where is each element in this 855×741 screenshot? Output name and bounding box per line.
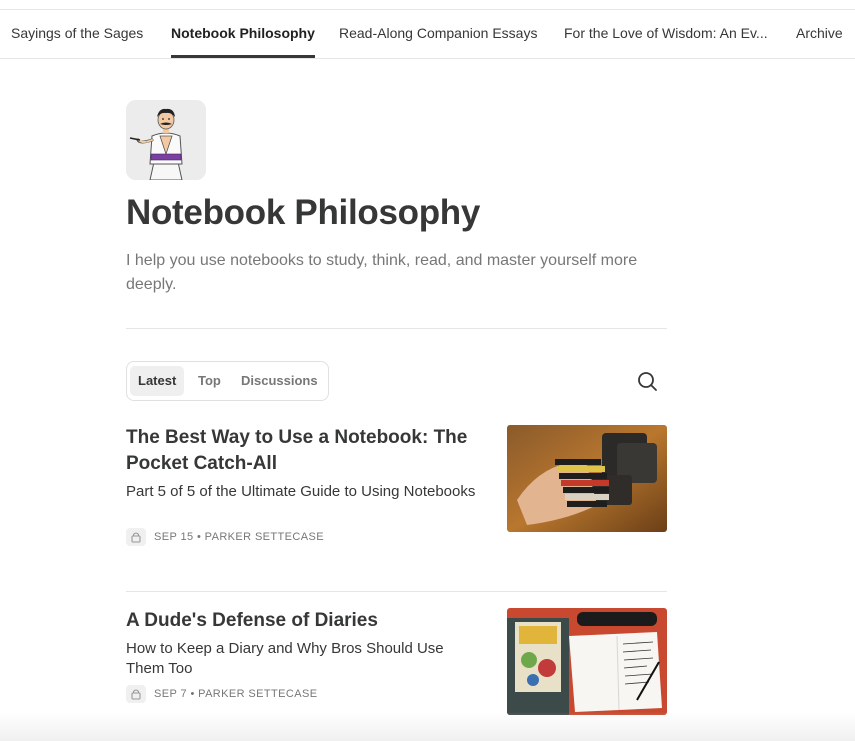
notebooks-photo	[507, 425, 667, 532]
search-button[interactable]	[635, 369, 659, 393]
nav-tab-sayings-of-the-sages[interactable]: Sayings of the Sages	[11, 25, 143, 41]
nav-tab-read-along-companion-essays[interactable]: Read-Along Companion Essays	[339, 25, 537, 41]
post-subtitle: How to Keep a Diary and Why Bros Should …	[126, 640, 444, 677]
post-divider	[126, 591, 667, 592]
post-subtitle: Part 5 of 5 of the Ultimate Guide to Usi…	[126, 483, 476, 500]
lock-icon	[126, 528, 146, 546]
post-filter-tabs: Latest Top Discussions	[126, 361, 329, 401]
post-title[interactable]: The Best Way to Use a Notebook: The Pock…	[126, 425, 491, 477]
bottom-fade	[0, 712, 855, 741]
logo-illustration	[126, 100, 206, 180]
post-meta: SEP 15 • PARKER SETTECASE	[154, 531, 324, 543]
publication-logo[interactable]	[126, 100, 206, 180]
active-tab-indicator	[171, 55, 315, 58]
post-thumbnail[interactable]	[507, 425, 667, 532]
lock-icon	[126, 685, 146, 703]
tab-discussions[interactable]: Discussions	[233, 366, 326, 396]
header-divider	[126, 328, 667, 329]
post-title[interactable]: A Dude's Defense of Diaries	[126, 608, 491, 634]
tab-latest[interactable]: Latest	[130, 366, 185, 396]
nav-tab-for-the-love-of-wisdom[interactable]: For the Love of Wisdom: An Ev...	[564, 25, 768, 41]
section-nav: Sayings of the Sages Notebook Philosophy…	[0, 10, 855, 59]
tab-top[interactable]: Top	[190, 366, 229, 396]
post-thumbnail[interactable]	[507, 608, 667, 715]
search-icon	[638, 372, 657, 391]
nav-tab-notebook-philosophy[interactable]: Notebook Philosophy	[171, 25, 315, 41]
post-meta: SEP 7 • PARKER SETTECASE	[154, 688, 318, 700]
diary-photo	[507, 608, 667, 715]
publication-description: I help you use notebooks to study, think…	[126, 252, 638, 293]
publication-title: Notebook Philosophy	[126, 193, 481, 232]
nav-tab-archive[interactable]: Archive	[796, 25, 843, 41]
